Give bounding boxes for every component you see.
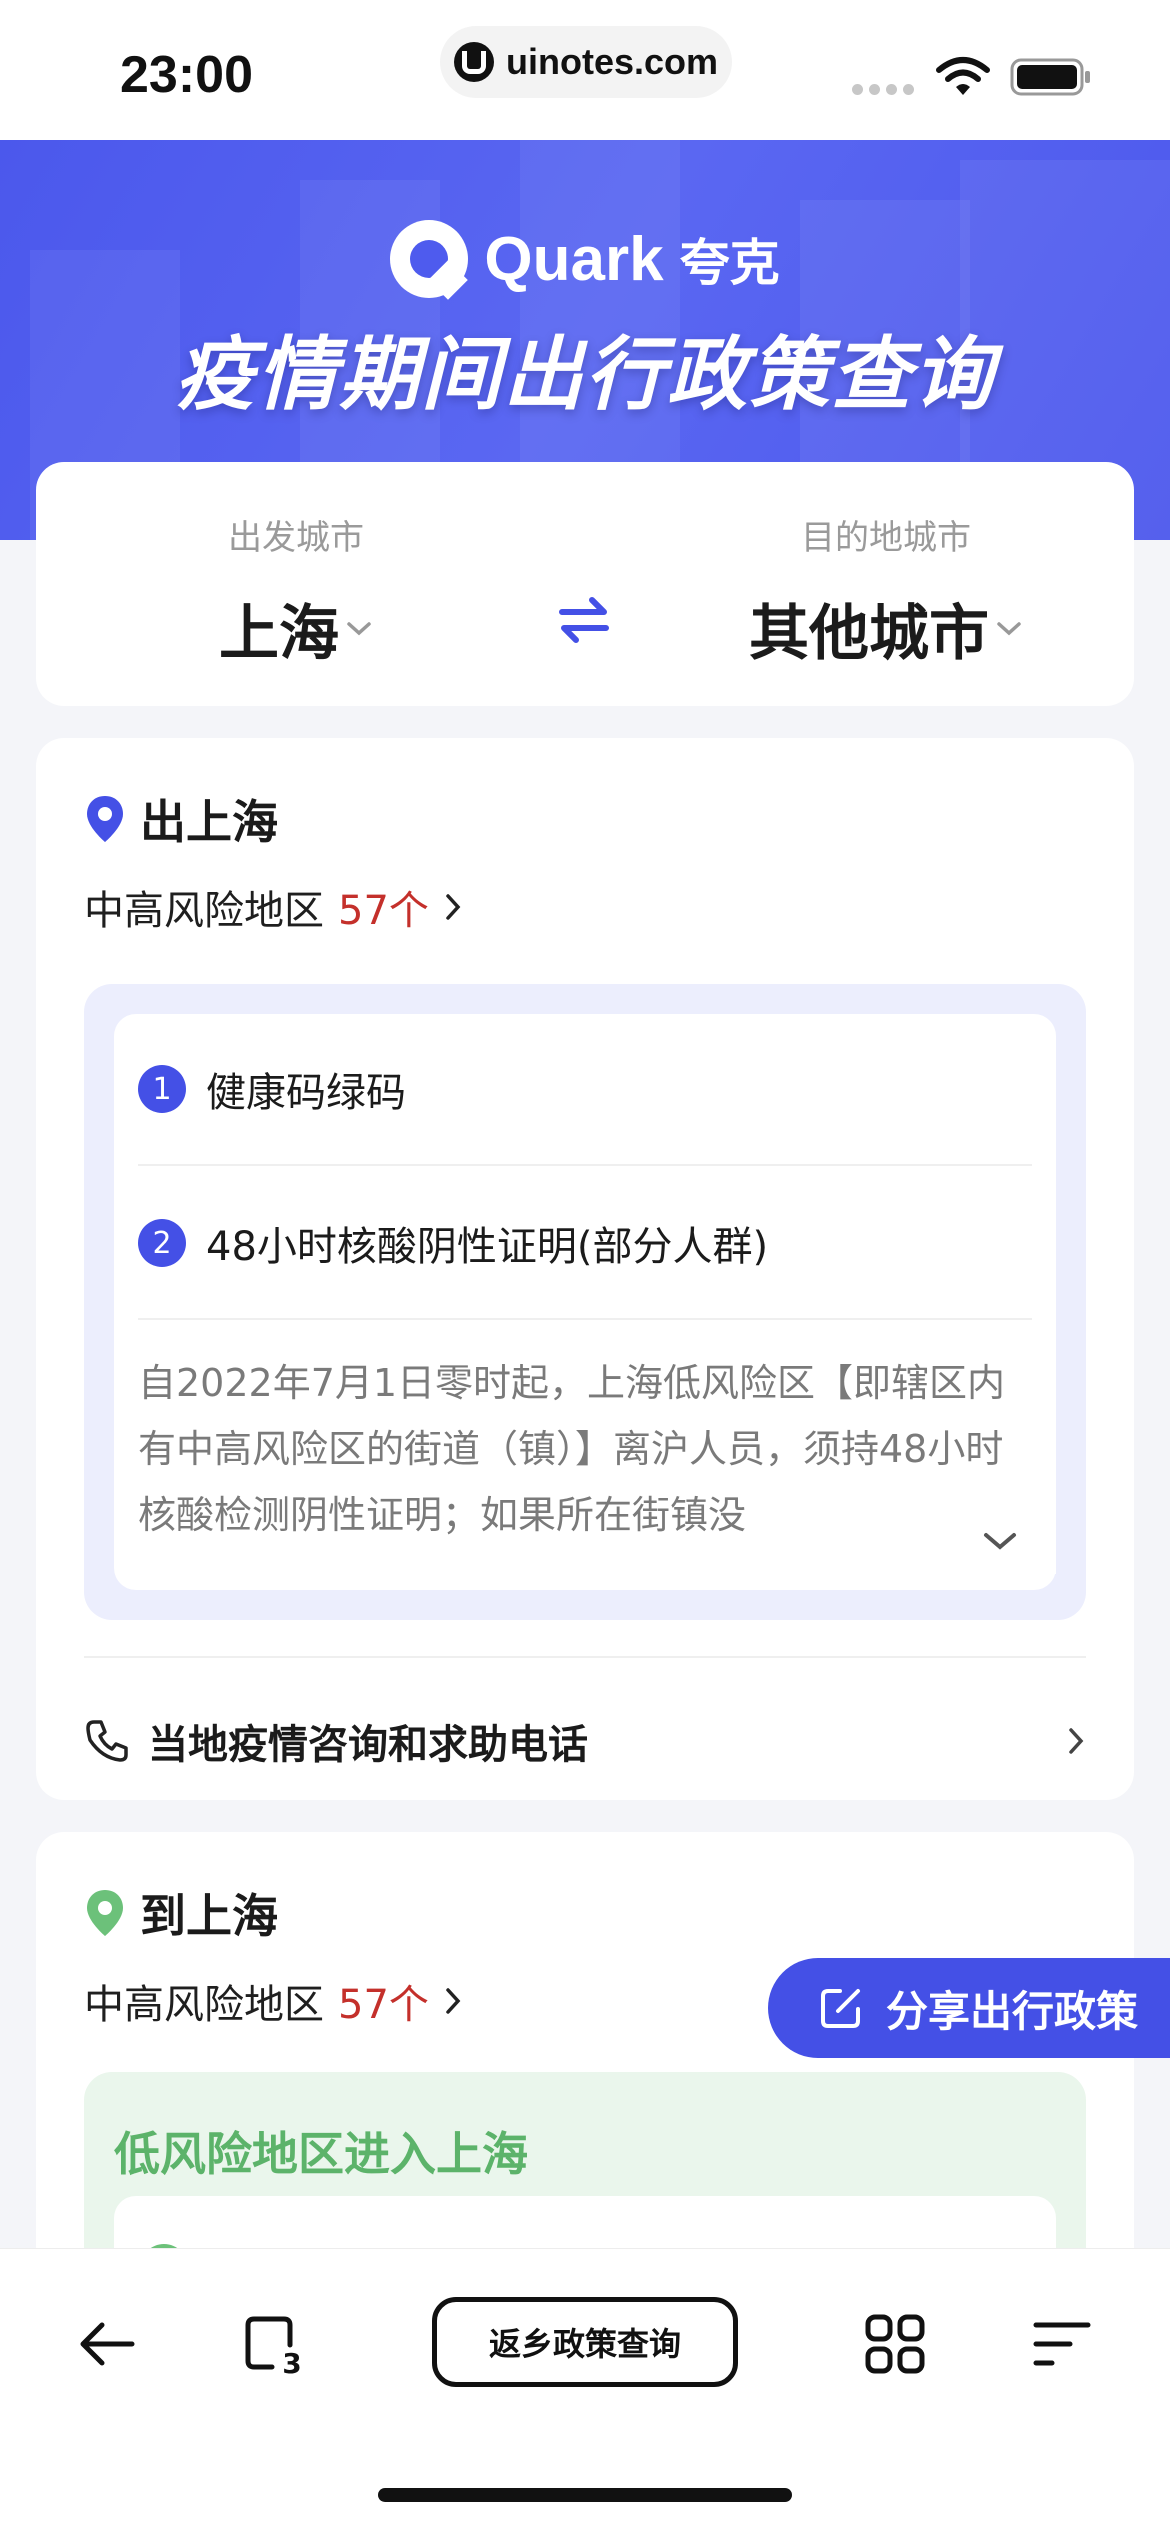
back-arrow-icon[interactable]	[74, 2311, 140, 2377]
swap-icon[interactable]	[556, 592, 612, 648]
chevron-right-icon	[446, 894, 461, 920]
chevron-right-icon	[1069, 1728, 1084, 1754]
policy-box: 1 健康码绿码 2 48小时核酸阴性证明(部分人群) 自2022年7月1日零时起…	[84, 984, 1086, 1620]
risk-label: 中高风险地区	[84, 888, 324, 934]
divider	[138, 1318, 1032, 1320]
policy-content: 1 健康码绿码 2 48小时核酸阴性证明(部分人群) 自2022年7月1日零时起…	[114, 1014, 1056, 1590]
menu-icon[interactable]	[1030, 2311, 1096, 2377]
brand-name: Quark	[484, 224, 664, 294]
arrival-title: 到上海	[140, 1889, 278, 1943]
phone-icon	[86, 1720, 128, 1762]
from-city-value: 上海	[219, 599, 339, 669]
requirement-number: 2	[138, 1219, 186, 1267]
brand-row: Quark 夸克	[0, 220, 1170, 298]
city-selector-card: 出发城市 上海 目的地城市 其他城市	[36, 462, 1134, 706]
share-policy-button[interactable]: 分享出行政策	[768, 1958, 1170, 2058]
hotline-text: 当地疫情咨询和求助电话	[148, 1722, 588, 1768]
url-text: uinotes.com	[505, 41, 719, 82]
tabs-icon[interactable]: 3	[242, 2311, 308, 2377]
to-city-label: 目的地城市	[801, 518, 971, 558]
share-label: 分享出行政策	[886, 1986, 1139, 2036]
divider	[138, 1164, 1032, 1166]
chevron-down-icon[interactable]	[980, 1528, 1020, 1554]
status-bar: 23:00 uinotes.com	[0, 0, 1170, 140]
from-city-selector[interactable]: 出发城市 上海	[136, 510, 456, 672]
chevron-down-icon	[347, 621, 371, 635]
departure-header: 出上海	[84, 786, 278, 852]
quark-logo-icon	[390, 220, 469, 298]
page-title: 疫情期间出行政策查询	[175, 328, 995, 421]
hometown-policy-button[interactable]: 返乡政策查询	[432, 2297, 738, 2387]
location-pin-icon	[87, 796, 123, 842]
url-pill[interactable]: uinotes.com	[440, 26, 732, 98]
arrival-risk-link[interactable]: 中高风险地区 57个	[84, 1972, 463, 2030]
requirement-text: 48小时核酸阴性证明(部分人群)	[206, 1224, 769, 1270]
share-edit-icon	[821, 1989, 860, 2028]
brand-cn: 夸克	[679, 234, 780, 292]
home-indicator	[378, 2488, 792, 2502]
risk-count: 57个	[338, 888, 429, 934]
signal-icon	[852, 84, 914, 95]
departure-risk-link[interactable]: 中高风险地区 57个	[84, 878, 463, 936]
policy-description: 自2022年7月1日零时起，上海低风险区【即辖区内有中高风险区的街道（镇）】离沪…	[138, 1361, 1006, 1537]
chevron-down-icon	[997, 621, 1021, 635]
low-risk-title: 低风险地区进入上海	[114, 2127, 528, 2181]
site-logo-icon	[453, 42, 494, 82]
divider	[84, 1656, 1086, 1658]
departure-card: 出上海 中高风险地区 57个 1 健康码绿码 2 48小时核酸阴性证明(部分人群…	[36, 738, 1134, 1800]
wifi-icon	[936, 57, 990, 95]
requirement-item: 2 48小时核酸阴性证明(部分人群)	[138, 1214, 768, 1272]
departure-title: 出上海	[140, 795, 278, 849]
to-city-value: 其他城市	[749, 599, 989, 669]
hotline-link[interactable]: 当地疫情咨询和求助电话	[84, 1706, 1086, 1776]
risk-count: 57个	[338, 1982, 429, 2028]
to-city-selector[interactable]: 目的地城市 其他城市	[716, 510, 1056, 672]
location-pin-icon	[87, 1890, 123, 1936]
battery-icon	[1010, 58, 1090, 96]
tabs-count: 3	[282, 2347, 301, 2377]
arrival-header: 到上海	[84, 1880, 278, 1946]
requirement-number: 1	[138, 1065, 186, 1113]
requirement-text: 健康码绿码	[206, 1070, 406, 1116]
from-city-label: 出发城市	[228, 518, 364, 558]
risk-label: 中高风险地区	[84, 1982, 324, 2028]
status-time: 23:00	[120, 46, 253, 104]
requirement-item: 1 健康码绿码	[138, 1060, 406, 1118]
chevron-right-icon	[446, 1988, 461, 2014]
apps-grid-icon[interactable]	[862, 2311, 928, 2377]
